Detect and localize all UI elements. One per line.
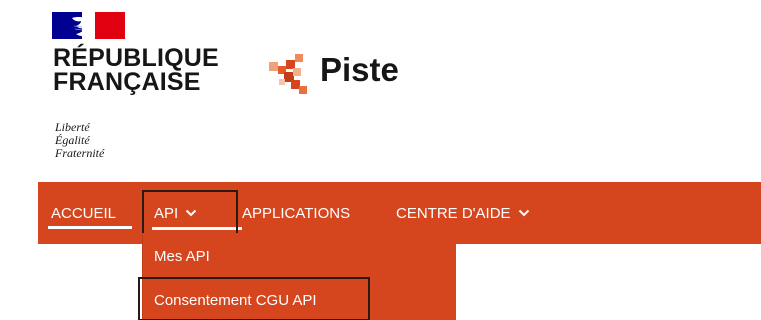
piste-app-name[interactable]: Piste (320, 50, 399, 90)
menu-item-mes-api[interactable]: Mes API (154, 248, 210, 265)
nav-item-label: APPLICATIONS (242, 204, 351, 222)
republique-motto: Liberté Égalité Fraternité (55, 120, 105, 160)
page: RÉPUBLIQUE FRANÇAISE Liberté Égalité Fra… (0, 0, 761, 320)
nav-item-label: ACCUEIL (51, 204, 117, 222)
nav-item-label: CENTRE D'AIDE (396, 204, 511, 222)
active-underline (48, 226, 132, 229)
chevron-down-icon (518, 209, 529, 217)
piste-logo-icon[interactable] (267, 52, 317, 98)
nav-item-accueil[interactable]: ACCUEIL (51, 182, 116, 244)
marianne-flag-icon (52, 12, 125, 39)
cgu-highlight-box (138, 277, 370, 320)
site-header: RÉPUBLIQUE FRANÇAISE Liberté Égalité Fra… (0, 0, 761, 182)
republique-francaise-title: RÉPUBLIQUE FRANÇAISE (53, 44, 219, 96)
api-highlight-box (142, 190, 238, 238)
